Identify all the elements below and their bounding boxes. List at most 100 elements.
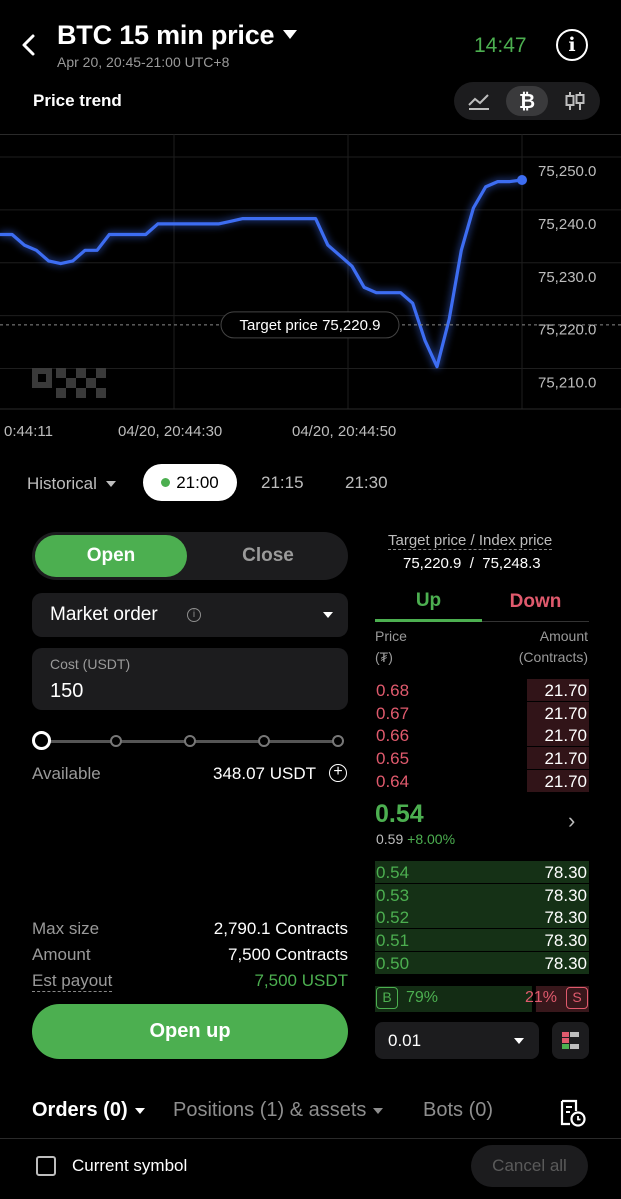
last-price: 0.54	[375, 800, 424, 828]
svg-text:₿: ₿	[519, 89, 535, 113]
last-price-sub: 0.59 +8.00%	[376, 831, 455, 847]
open-up-button[interactable]: Open up	[32, 1004, 348, 1059]
chevron-down-icon	[373, 1107, 384, 1114]
book-layout-button[interactable]	[552, 1022, 589, 1059]
open-tab[interactable]: Open	[35, 535, 187, 577]
x-tick-label: 0:44:11	[4, 423, 53, 440]
open-close-toggle: Open Close	[32, 532, 348, 580]
info-icon[interactable]: i	[556, 29, 588, 61]
bid-price: 0.50	[376, 953, 410, 973]
historical-tab[interactable]: Historical	[27, 474, 97, 494]
bid-row[interactable]: 0.53 78.30	[375, 883, 589, 906]
watermark-block	[86, 378, 96, 388]
cost-input[interactable]: Cost (USDT) 150	[32, 648, 348, 710]
countdown-clock: 14:47	[474, 34, 527, 57]
line-chart-icon[interactable]	[458, 86, 500, 116]
divider	[0, 1138, 621, 1139]
watermark-block	[96, 368, 106, 378]
tab-count: (0)	[468, 1099, 494, 1121]
order-type-select[interactable]: Market order i	[32, 593, 348, 637]
y-tick-label: 75,210.0	[538, 375, 596, 392]
ask-row[interactable]: 0.67 21.70	[375, 701, 589, 724]
y-tick-label: 75,230.0	[538, 269, 596, 286]
ask-row[interactable]: 0.64 21.70	[375, 769, 589, 792]
last-point-marker	[517, 175, 527, 186]
back-button[interactable]	[14, 30, 44, 60]
order-type-label: Market order	[50, 604, 158, 625]
period-subtitle: Apr 20, 20:45-21:00 UTC+8	[57, 54, 230, 70]
bid-row[interactable]: 0.52 78.30	[375, 906, 589, 929]
x-tick-label: 04/20, 20:44:30	[118, 423, 222, 440]
header: BTC 15 min price Apr 20, 20:45-21:00 UTC…	[0, 0, 621, 130]
y-tick-label: 75,220.0	[538, 322, 596, 339]
tab-orders[interactable]: Orders (0)	[32, 1099, 145, 1122]
ask-price: 0.64	[376, 771, 410, 791]
watermark-block	[76, 388, 86, 398]
tab-21-00[interactable]: 21:00	[143, 464, 237, 501]
chevron-down-icon	[134, 1107, 145, 1114]
target-price-label: Target price 75,220.9	[240, 317, 381, 334]
bitcoin-icon[interactable]: ₿	[506, 86, 548, 116]
ask-row[interactable]: 0.66 21.70	[375, 724, 589, 747]
slider-step[interactable]	[110, 735, 122, 747]
max-size-value: 2,790.1 Contracts	[213, 919, 348, 938]
bid-row[interactable]: 0.54 78.30	[375, 861, 589, 883]
chevron-right-icon[interactable]: ›	[568, 808, 575, 834]
down-tab[interactable]: Down	[482, 582, 589, 622]
price-chart[interactable]: Target price 75,220.9 75,250.0 75,240.0 75…	[0, 134, 621, 446]
tab-label: Positions (1) & assets	[173, 1099, 367, 1121]
up-tab[interactable]: Up	[375, 582, 482, 622]
tab-21-30[interactable]: 21:30	[345, 473, 388, 493]
slider-step[interactable]	[332, 735, 344, 747]
candlestick-icon[interactable]	[554, 86, 596, 116]
info-icon[interactable]: i	[187, 608, 201, 622]
orders-tabs: Orders (0) Positions (1) & assets Bots (…	[0, 1094, 621, 1134]
ask-amount: 21.70	[544, 771, 587, 791]
price-change: +8.00%	[407, 831, 456, 847]
buy-badge: B	[376, 987, 398, 1009]
bid-amount: 78.30	[544, 885, 587, 905]
current-symbol-label: Current symbol	[72, 1156, 188, 1175]
bid-price: 0.53	[376, 885, 410, 905]
bid-price: 0.52	[376, 908, 410, 928]
slider-step[interactable]	[258, 735, 270, 747]
tab-positions[interactable]: Positions (1) & assets	[173, 1099, 384, 1122]
amount-label: Amount	[32, 945, 91, 964]
chevron-down-icon	[514, 1038, 524, 1044]
est-payout-label[interactable]: Est payout	[32, 971, 113, 992]
up-down-tabs: Up Down	[375, 582, 589, 622]
cancel-all-button[interactable]: Cancel all	[471, 1145, 588, 1187]
bid-row[interactable]: 0.51 78.30	[375, 929, 589, 952]
price-trend-label: Price trend	[33, 91, 122, 110]
amount-slider[interactable]	[32, 730, 348, 752]
amount-value: 7,500 Contracts	[227, 945, 348, 964]
buy-sell-ratio: B 79% 21% S	[375, 986, 589, 1012]
tab-bots[interactable]: Bots (0)	[423, 1099, 493, 1122]
target-index-value: 75,220.9 / 75,248.3	[403, 555, 541, 572]
ask-amount: 21.70	[544, 749, 587, 769]
current-symbol-checkbox[interactable]	[36, 1156, 56, 1176]
watermark-block	[76, 368, 86, 378]
watermark-block	[38, 374, 46, 382]
slider-handle[interactable]	[32, 731, 51, 750]
book-layout-icon	[562, 1032, 579, 1049]
cost-value[interactable]: 150	[50, 680, 83, 703]
add-funds-icon[interactable]: +	[329, 764, 347, 782]
title-dropdown-icon[interactable]	[283, 30, 297, 39]
order-history-icon[interactable]	[558, 1097, 588, 1134]
cost-label: Cost (USDT)	[50, 656, 131, 672]
tab-label: Bots	[423, 1099, 464, 1121]
ask-row[interactable]: 0.68 21.70	[375, 679, 589, 701]
close-tab[interactable]: Close	[192, 535, 344, 577]
ask-row[interactable]: 0.65 21.70	[375, 747, 589, 770]
page-title[interactable]: BTC 15 min price	[57, 20, 275, 51]
ask-price: 0.68	[376, 681, 410, 700]
bid-row[interactable]: 0.50 78.30	[375, 951, 589, 974]
tab-21-15[interactable]: 21:15	[261, 473, 304, 493]
precision-select[interactable]: 0.01	[375, 1022, 539, 1059]
target-index-label[interactable]: Target price / Index price	[388, 532, 553, 550]
slider-step[interactable]	[184, 735, 196, 747]
chevron-down-icon	[323, 612, 333, 618]
okx-watermark	[32, 368, 106, 398]
bid-price: 0.54	[376, 863, 410, 882]
